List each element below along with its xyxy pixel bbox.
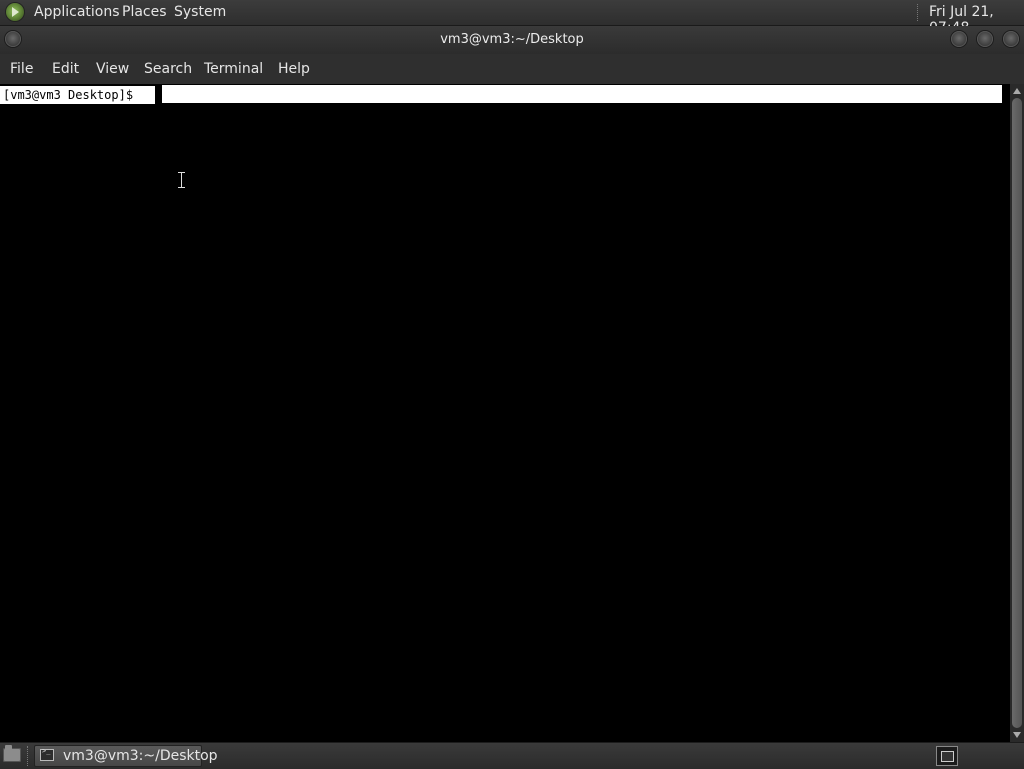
system-menu[interactable]: System [174,4,226,20]
command-input[interactable] [162,85,1002,103]
window-title: vm3@vm3:~/Desktop [440,32,584,47]
ibeam-cursor-icon [178,172,185,188]
terminal-icon [40,747,54,761]
scroll-up-icon[interactable] [1012,86,1022,96]
close-button[interactable] [1003,31,1019,47]
taskbar-button-terminal[interactable]: vm3@vm3:~/Desktop [34,745,218,767]
top-panel: Applications Places System Fri Jul 21, 0… [0,0,1024,36]
places-menu[interactable]: Places [122,4,167,20]
menu-edit[interactable]: Edit [52,61,79,77]
terminal-scrollbar[interactable] [1010,84,1024,742]
minimize-button[interactable] [951,31,967,47]
taskbar-label: vm3@vm3:~/Desktop [63,748,218,764]
panel-grip [27,746,30,766]
menu-help[interactable]: Help [278,61,310,77]
maximize-button[interactable] [977,31,993,47]
window-titlebar[interactable]: vm3@vm3:~/Desktop [0,26,1024,54]
menubar: File Edit View Search Terminal Help [0,54,1024,84]
scroll-down-icon[interactable] [1012,730,1022,740]
menu-terminal[interactable]: Terminal [204,61,263,77]
menu-search[interactable]: Search [144,61,192,77]
menu-file[interactable]: File [10,61,33,77]
applications-menu[interactable]: Applications [34,4,120,20]
panel-separator [917,4,920,21]
terminal-area[interactable]: [vm3@vm3 Desktop]$ [0,84,1010,742]
applications-logo-icon[interactable] [6,3,24,21]
workspace-icon [941,751,954,762]
bottom-panel: vm3@vm3:~/Desktop [0,742,1024,769]
workspace-switcher[interactable] [936,746,958,766]
show-desktop-icon[interactable] [3,745,21,762]
scrollbar-thumb[interactable] [1012,98,1022,728]
menu-view[interactable]: View [96,61,129,77]
shell-prompt: [vm3@vm3 Desktop]$ [0,86,155,104]
